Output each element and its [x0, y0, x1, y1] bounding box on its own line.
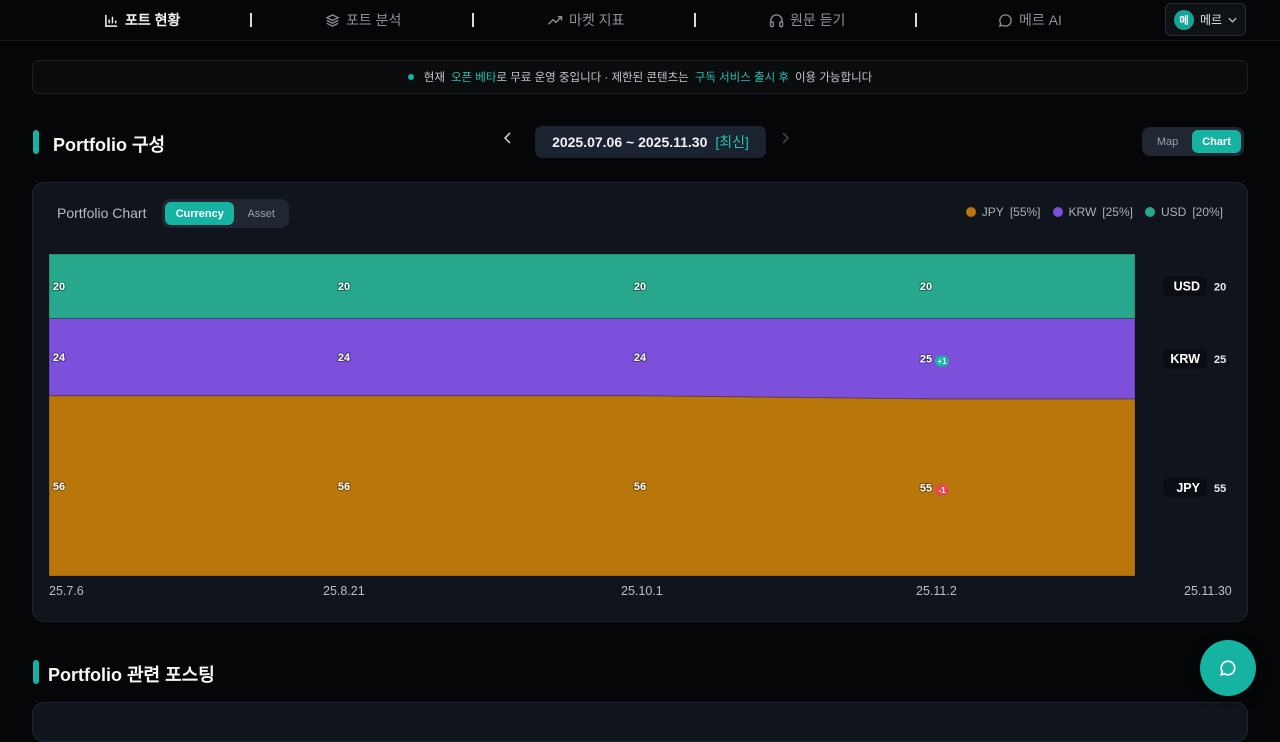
- data-label: 20: [338, 281, 350, 293]
- data-label: 56: [338, 481, 350, 493]
- series-end-value: 55: [1214, 483, 1226, 495]
- area-series-usd: [48, 253, 1136, 319]
- chat-bubble-icon: [1219, 660, 1236, 677]
- series-end-name: JPY: [1176, 481, 1200, 495]
- chat-fab-button[interactable]: [1200, 640, 1256, 696]
- x-tick-label: 25.8.21: [323, 584, 365, 598]
- data-label: 20: [53, 281, 65, 293]
- x-tick-label: 25.7.6: [49, 584, 84, 598]
- stacked-area-chart: 56 56 56 55 -1 JPY 55 24 24 24 25 +1 KRW 25 20 20 20 20 US…: [48, 253, 1226, 577]
- series-end-name: USD: [1174, 280, 1200, 294]
- data-label: 24: [634, 352, 647, 364]
- data-label: 56: [634, 481, 646, 493]
- data-label: 56: [53, 481, 65, 493]
- data-label: 24: [53, 352, 66, 364]
- series-end-value: 20: [1214, 282, 1226, 294]
- area-series-krw: [48, 317, 1136, 400]
- change-badge-text: -1: [938, 486, 946, 495]
- data-label: 20: [634, 281, 646, 293]
- section-title-postings: Portfolio 관련 포스팅: [48, 665, 215, 685]
- x-tick-label: 25.10.1: [621, 584, 663, 598]
- change-badge-text: +1: [937, 357, 947, 366]
- x-tick-label: 25.11.2: [916, 584, 957, 598]
- data-label: 25: [920, 354, 932, 366]
- series-end-name: KRW: [1170, 352, 1200, 366]
- data-label: 20: [920, 281, 932, 293]
- x-tick-label: 25.11.30: [1184, 584, 1232, 598]
- postings-card: [32, 702, 1248, 742]
- section-accent-bar: [33, 660, 39, 684]
- data-label: 55: [920, 482, 932, 494]
- series-end-value: 25: [1214, 354, 1226, 366]
- area-series-jpy: [48, 395, 1136, 577]
- data-label: 24: [338, 352, 351, 364]
